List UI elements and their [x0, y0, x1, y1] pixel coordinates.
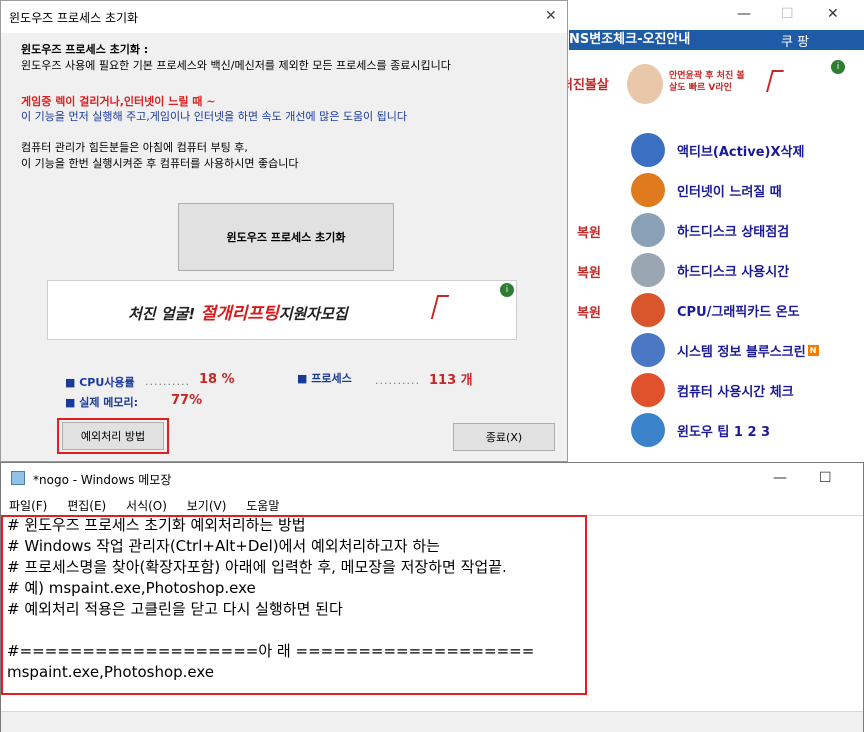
notepad-titlebar: *nogo - Windows 메모장 — ☐	[1, 463, 863, 493]
banner-clinic-logo-icon	[430, 295, 500, 325]
ad-left-text: 처진볼살	[561, 78, 609, 93]
menu-help[interactable]: 도움말	[246, 499, 279, 513]
cpu-dots: ..........	[145, 375, 190, 388]
notepad-maximize-icon[interactable]: ☐	[819, 470, 832, 486]
menu-item[interactable]: CPU/그래픽카드 온도	[631, 293, 800, 327]
minimize-icon[interactable]: —	[737, 6, 751, 22]
dialog-desc-line3: 컴퓨터 관리가 힘든분들은 아침에 컴퓨터 부팅 후,	[21, 141, 248, 154]
magnifier-icon	[631, 213, 665, 247]
menu-item[interactable]: 윈도우 팁 1 2 3	[631, 413, 770, 447]
cpu-usage-label: ■ CPU사용률	[65, 376, 135, 389]
top-banner-bar: NS변조체크-오진안내	[569, 30, 864, 50]
memory-usage-label: ■ 실제 메모리:	[65, 396, 139, 409]
dialog-desc-line2: 이 기능을 먼저 실행해 주고,게임이나 인터넷을 하면 속도 개선에 많은 도…	[21, 110, 408, 123]
notepad-minimize-icon[interactable]: —	[773, 470, 787, 486]
notepad-menubar: 파일(F) 편집(E) 서식(O) 보기(V) 도움말	[9, 497, 295, 514]
process-reset-button[interactable]: 윈도우즈 프로세스 초기화	[178, 203, 394, 271]
process-count-label: ■ 프로세스	[297, 372, 352, 385]
menu-item[interactable]: 컴퓨터 사용시간 체크	[631, 373, 794, 407]
menu-format[interactable]: 서식(O)	[126, 499, 167, 513]
dialog-warning-text: 게임중 렉이 걸리거나,인터넷이 느릴 때 ~	[21, 95, 216, 108]
menu-item[interactable]: 하드디스크 상태점검	[631, 213, 789, 247]
banner-info-icon[interactable]: i	[500, 283, 514, 297]
process-reset-dialog: 윈도우즈 프로세스 초기화 ✕ 윈도우즈 프로세스 초기화 : 윈도우즈 사용에…	[0, 0, 568, 462]
notepad-title: *nogo - Windows 메모장	[33, 473, 172, 487]
process-dots: ..........	[375, 374, 420, 387]
menu-item-label: 시스템 정보 블루스크린	[677, 344, 806, 360]
restore-link[interactable]: 복원	[577, 222, 601, 241]
maximize-icon[interactable]: ☐	[781, 6, 794, 22]
dialog-desc-line4: 이 기능을 한번 실행시켜준 후 컴퓨터를 사용하시면 좋습니다	[21, 157, 299, 170]
menu-item-label: 하드디스크 상태점검	[677, 224, 790, 240]
menu-edit[interactable]: 편집(E)	[67, 499, 106, 513]
restore-link[interactable]: 복원	[577, 302, 601, 321]
menu-item-label: CPU/그래픽카드 온도	[677, 304, 800, 320]
restore-link[interactable]: 복원	[577, 262, 601, 281]
ad-info-icon[interactable]: i	[831, 60, 845, 74]
dialog-close-icon[interactable]: ✕	[545, 8, 557, 24]
memory-usage-value: 77%	[171, 393, 203, 408]
dialog-heading: 윈도우즈 프로세스 초기화 :	[21, 43, 149, 56]
clinic-logo-icon	[766, 70, 839, 98]
computer-icon	[631, 333, 665, 367]
thermometer-icon	[631, 293, 665, 327]
menu-item-label: 컴퓨터 사용시간 체크	[677, 384, 794, 400]
face-photo-icon	[627, 64, 663, 104]
clock-icon	[631, 253, 665, 287]
horizontal-scrollbar[interactable]	[1, 711, 863, 732]
alarm-clock-icon	[631, 373, 665, 407]
notepad-text-area[interactable]: # 윈도우즈 프로세스 초기화 예외처리하는 방법 # Windows 작업 관…	[1, 515, 863, 731]
notepad-app-icon	[11, 471, 25, 485]
menu-item-label: 액티브(Active)X삭제	[677, 144, 805, 160]
activex-icon	[631, 133, 665, 167]
close-icon[interactable]: ✕	[827, 6, 839, 22]
ad-right-text: 안면윤곽 후 처진 볼살도 빠르 V라인	[669, 71, 745, 93]
ns-check-link[interactable]: NS변조체크-오진안내	[569, 32, 690, 47]
banner-ad-text: 처진 얼굴! 절개리프팅지원자모집	[128, 304, 348, 324]
menu-view[interactable]: 보기(V)	[187, 499, 227, 513]
exception-method-button[interactable]: 예외처리 방법	[62, 422, 164, 450]
process-count-value: 113 개	[429, 373, 473, 388]
ie-arrow-icon	[631, 173, 665, 207]
menu-item-label: 인터넷이 느려질 때	[677, 184, 782, 200]
coupon-link[interactable]: 쿠 팡	[781, 31, 809, 50]
menu-file[interactable]: 파일(F)	[9, 499, 47, 513]
menu-item-label: 하드디스크 사용시간	[677, 264, 790, 280]
dialog-desc-line1: 윈도우즈 사용에 필요한 기본 프로세스와 백신/메신저를 제외한 모든 프로세…	[21, 59, 451, 72]
text-highlight-box	[1, 515, 587, 695]
dialog-title: 윈도우즈 프로세스 초기화	[9, 11, 139, 25]
dialog-titlebar: 윈도우즈 프로세스 초기화 ✕	[1, 1, 567, 33]
menu-item[interactable]: 인터넷이 느려질 때	[631, 173, 782, 207]
cpu-usage-value: 18 %	[199, 372, 235, 387]
banner-ad[interactable]: 처진 얼굴! 절개리프팅지원자모집 i	[47, 280, 517, 340]
exit-button[interactable]: 종료(X)	[453, 423, 555, 451]
notepad-window: *nogo - Windows 메모장 — ☐ 파일(F) 편집(E) 서식(O…	[0, 462, 864, 732]
new-badge: N	[807, 344, 819, 356]
menu-item[interactable]: 액티브(Active)X삭제	[631, 133, 804, 167]
menu-item[interactable]: 하드디스크 사용시간	[631, 253, 789, 287]
ad-strip[interactable]: 처진볼살 안면윤곽 후 처진 볼살도 빠르 V라인 i	[561, 60, 851, 110]
tip-icon	[631, 413, 665, 447]
menu-item[interactable]: 시스템 정보 블루스크린 N	[631, 333, 819, 367]
menu-item-label: 윈도우 팁 1 2 3	[677, 424, 771, 440]
